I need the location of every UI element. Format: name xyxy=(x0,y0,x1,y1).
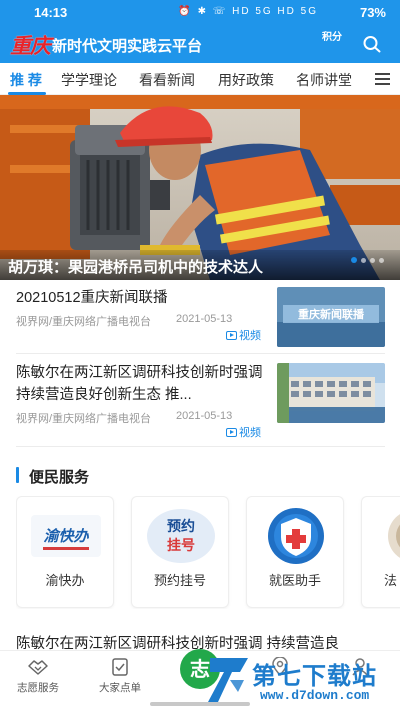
svg-text:预约: 预约 xyxy=(167,518,195,534)
search-icon xyxy=(363,36,381,53)
legal-icon xyxy=(376,507,400,565)
services-row: 渝快办 渝快办 预约 挂号 预约挂号 就医助手 法 xyxy=(16,496,400,609)
news-date: 2021-05-13 xyxy=(176,410,233,422)
section-accent-bar xyxy=(16,467,19,483)
news-item[interactable]: 20210512重庆新闻联播 视界网/重庆网络广播电视台 2021-05-13 … xyxy=(16,287,385,349)
status-bar: 14:13 ⏰ ✱ ☏ HD 5G HD 5G 73% xyxy=(0,0,400,26)
medical-shield-icon xyxy=(261,507,331,565)
handshake-icon xyxy=(28,660,48,675)
service-label: 法 xyxy=(384,573,398,588)
news-thumbnail xyxy=(277,363,385,423)
video-badge: 视频 xyxy=(226,424,261,440)
banner-carousel[interactable]: 胡万琪：果园港桥吊司机中的技术达人 xyxy=(0,95,400,280)
news-thumbnail: 重庆新闻联播 xyxy=(277,287,385,347)
carousel-dots xyxy=(347,250,384,268)
nav-order[interactable]: 大家点单 xyxy=(90,657,150,695)
tab-policy[interactable]: 用好政策 xyxy=(218,70,274,90)
video-badge: 视频 xyxy=(226,327,261,343)
service-card-medical-assistant[interactable]: 就医助手 xyxy=(246,496,344,608)
divider xyxy=(16,446,385,447)
appointment-icon: 预约 挂号 xyxy=(146,507,216,565)
tab-recommend[interactable]: 推 荐 xyxy=(10,70,42,90)
service-label: 就医助手 xyxy=(268,573,321,588)
news-source: 视界网/重庆网络广播电视台 xyxy=(16,413,152,425)
nav-label: 大家点单 xyxy=(99,682,141,694)
carousel-dot xyxy=(351,257,357,263)
video-icon xyxy=(226,331,237,340)
section-title-text: 便民服务 xyxy=(29,469,90,486)
checklist-icon xyxy=(112,658,128,676)
carousel-dot xyxy=(379,258,384,263)
tab-lectures[interactable]: 名师讲堂 xyxy=(296,70,352,90)
service-card-appointment[interactable]: 预约 挂号 预约挂号 xyxy=(131,496,229,608)
app-header: 重庆 新时代文明实践云平台 积分 xyxy=(0,26,400,63)
watermark-url: www.d7down.com xyxy=(260,688,370,703)
app-title: 新时代文明实践云平台 xyxy=(52,38,203,55)
nav-volunteer[interactable]: 志愿服务 xyxy=(8,657,68,695)
news-title: 20210512重庆新闻联播 xyxy=(16,290,168,306)
tab-news[interactable]: 看看新闻 xyxy=(139,70,195,90)
thumbnail-text: 重庆新闻联播 xyxy=(298,307,365,321)
news-source: 视界网/重庆网络广播电视台 xyxy=(16,316,152,328)
svg-text:挂号: 挂号 xyxy=(167,537,195,553)
yukuaiban-icon: 渝快办 xyxy=(31,507,101,565)
carousel-dot xyxy=(361,258,366,263)
carousel-dot xyxy=(370,258,375,263)
status-icons: ⏰ ✱ ☏ HD 5G HD 5G xyxy=(178,6,318,17)
divider xyxy=(16,353,385,354)
banner-title: 胡万琪：果园港桥吊司机中的技术达人 xyxy=(8,259,264,276)
service-card-yukuaiban[interactable]: 渝快办 渝快办 xyxy=(16,496,114,608)
category-tabs: 推 荐 学学理论 看看新闻 用好政策 名师讲堂 xyxy=(0,63,400,95)
service-label: 渝快办 xyxy=(45,573,85,588)
service-label: 预约挂号 xyxy=(153,573,206,588)
menu-icon[interactable] xyxy=(375,73,390,85)
video-icon xyxy=(226,428,237,437)
news-title: 陈敏尔在两江新区调研科技创新时强调 持续营造良好创新生态 推... xyxy=(16,365,263,403)
battery-level: 73% xyxy=(359,5,386,20)
search-button[interactable] xyxy=(360,32,384,56)
service-card-legal[interactable]: 法 xyxy=(361,496,400,608)
status-time: 14:13 xyxy=(34,5,68,20)
svg-text:渝快办: 渝快办 xyxy=(43,527,89,545)
news-item[interactable]: 陈敏尔在两江新区调研科技创新时强调 持续营造良好创新生态 推... 视界网/重庆… xyxy=(16,362,385,440)
banner-caption: 胡万琪：果园港桥吊司机中的技术达人 xyxy=(0,250,400,280)
nav-label: 志愿服务 xyxy=(17,682,59,694)
tab-theory[interactable]: 学学理论 xyxy=(61,70,117,90)
news-date: 2021-05-13 xyxy=(176,313,233,325)
gesture-bar[interactable] xyxy=(150,702,250,706)
app-logo: 重庆 xyxy=(10,33,51,58)
watermark-text: 第七下载站 xyxy=(252,663,377,690)
watermark-logo xyxy=(208,658,248,702)
points-button[interactable]: 积分 xyxy=(320,32,344,43)
